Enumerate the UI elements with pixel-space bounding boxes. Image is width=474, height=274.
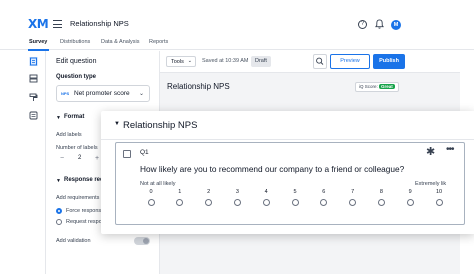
scale-number: 3 bbox=[235, 189, 239, 195]
chevron-down-icon[interactable]: ⌄ bbox=[119, 19, 124, 26]
scale-option-radio[interactable] bbox=[377, 199, 385, 206]
question-block-card: ▼ Relationship NPS Q1 ✱ ••• How likely a… bbox=[101, 111, 474, 234]
question-id: Q1 bbox=[140, 149, 149, 156]
question-card[interactable]: Q1 ✱ ••• How likely are you to recommend… bbox=[115, 142, 465, 225]
request-response-radio[interactable] bbox=[56, 219, 62, 225]
scale-option-radio[interactable] bbox=[435, 199, 443, 206]
add-requirements-label: Add requirements bbox=[56, 195, 100, 201]
scale-option-radio[interactable] bbox=[349, 199, 357, 206]
tab-data-analysis[interactable]: Data & Analysis bbox=[101, 39, 140, 45]
paint-roller-icon[interactable] bbox=[29, 93, 38, 102]
tab-reports[interactable]: Reports bbox=[149, 39, 168, 45]
scale-number: 9 bbox=[408, 189, 412, 195]
scale-number: 5 bbox=[293, 189, 297, 195]
question-text[interactable]: How likely are you to recommend our comp… bbox=[140, 164, 404, 174]
tools-button[interactable]: Tools ⌄ bbox=[166, 56, 196, 67]
nps-icon: NPS bbox=[61, 91, 70, 96]
force-response-label[interactable]: Force respons bbox=[66, 208, 101, 214]
top-bar: XM Relationship NPS ⌄ ? M bbox=[0, 0, 474, 36]
question-type-select[interactable]: NPS Net promoter score ⌄ bbox=[56, 85, 150, 102]
iq-score-value: Great bbox=[379, 84, 395, 89]
request-response-label[interactable]: Request respo bbox=[66, 219, 102, 225]
stepper-plus-button[interactable]: + bbox=[95, 155, 99, 162]
iq-score-label: iQ Score: bbox=[359, 84, 378, 89]
scale-number: 4 bbox=[264, 189, 268, 195]
scale-option-radio[interactable] bbox=[406, 199, 414, 206]
block-title[interactable]: Relationship NPS bbox=[167, 82, 230, 91]
survey-toolbar: Tools ⌄ Saved at 10:39 AM Draft Preview … bbox=[160, 51, 460, 73]
search-button[interactable] bbox=[313, 54, 327, 69]
scale-left-label: Not at all likely bbox=[140, 181, 176, 187]
force-response-radio[interactable] bbox=[56, 208, 62, 214]
add-validation-toggle[interactable] bbox=[134, 237, 150, 245]
scale-option-radio[interactable] bbox=[233, 199, 241, 206]
chevron-down-icon[interactable]: ▼ bbox=[56, 178, 61, 184]
question-type-label: Question type bbox=[56, 74, 97, 80]
chevron-down-icon: ⌄ bbox=[138, 91, 144, 97]
stepper-minus-button[interactable]: − bbox=[60, 155, 64, 162]
chevron-down-icon[interactable]: ▼ bbox=[114, 121, 120, 127]
preview-button[interactable]: Preview bbox=[330, 54, 370, 69]
main-tabs: Survey Distributions Data & Analysis Rep… bbox=[0, 36, 474, 51]
avatar[interactable]: M bbox=[391, 20, 401, 30]
chevron-down-icon[interactable]: ▼ bbox=[56, 115, 61, 121]
scale-number: 2 bbox=[207, 189, 211, 195]
question-select-checkbox[interactable] bbox=[123, 150, 131, 158]
saved-status: Saved at 10:39 AM bbox=[202, 58, 249, 64]
block-title[interactable]: Relationship NPS bbox=[123, 120, 197, 131]
scale-number: 1 bbox=[178, 189, 182, 195]
number-of-labels-label: Number of labels bbox=[56, 145, 98, 151]
scale-option-radio[interactable] bbox=[320, 199, 328, 206]
labels-stepper: − 2 + bbox=[56, 154, 102, 166]
scale-number: 0 bbox=[149, 189, 153, 195]
chevron-down-icon: ⌄ bbox=[187, 58, 192, 64]
scale-number: 8 bbox=[379, 189, 383, 195]
add-validation-label: Add validation bbox=[56, 238, 91, 244]
publish-button[interactable]: Publish bbox=[373, 54, 405, 69]
tab-survey[interactable]: Survey bbox=[29, 39, 47, 45]
tools-label: Tools bbox=[171, 59, 184, 65]
draft-badge: Draft bbox=[251, 56, 271, 67]
divider bbox=[101, 139, 474, 140]
scale-option-radio[interactable] bbox=[205, 199, 213, 206]
scale-right-label: Extremely lik bbox=[415, 181, 447, 187]
tab-distributions[interactable]: Distributions bbox=[60, 39, 90, 45]
survey-flow-icon[interactable] bbox=[29, 57, 38, 66]
document-icon[interactable] bbox=[29, 111, 38, 120]
hamburger-icon[interactable] bbox=[53, 20, 62, 28]
scale-number: 6 bbox=[322, 189, 326, 195]
scale-option-radio[interactable] bbox=[291, 199, 299, 206]
format-section-label[interactable]: Format bbox=[64, 114, 84, 120]
iq-score-badge[interactable]: iQ Score: Great bbox=[355, 82, 399, 92]
scale-option-radio[interactable] bbox=[262, 199, 270, 206]
scale-option-radio[interactable] bbox=[147, 199, 155, 206]
help-icon[interactable]: ? bbox=[358, 20, 367, 29]
scale-number: 10 bbox=[435, 189, 443, 195]
left-rail bbox=[22, 51, 46, 274]
search-icon bbox=[316, 57, 324, 65]
bell-icon[interactable] bbox=[375, 19, 384, 29]
scale-option-radio[interactable] bbox=[176, 199, 184, 206]
xm-logo[interactable]: XM bbox=[28, 17, 49, 31]
panel-title: Edit question bbox=[56, 58, 97, 65]
more-options-icon[interactable]: ••• bbox=[446, 144, 454, 155]
scale-number: 7 bbox=[351, 189, 355, 195]
stepper-value[interactable]: 2 bbox=[78, 155, 81, 161]
question-type-value: Net promoter score bbox=[74, 90, 130, 97]
add-labels-label: Add labels bbox=[56, 132, 82, 138]
blocks-icon[interactable] bbox=[29, 74, 38, 83]
required-asterisk-icon[interactable]: ✱ bbox=[426, 145, 435, 158]
